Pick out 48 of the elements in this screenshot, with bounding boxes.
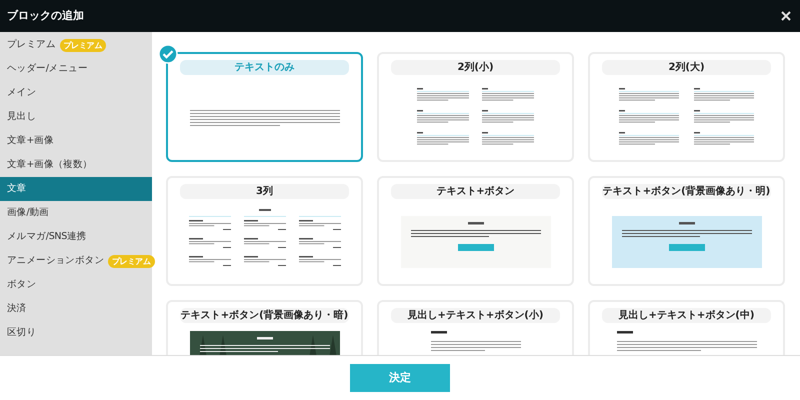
sidebar-item[interactable]: 文章+画像 [0, 129, 152, 153]
category-label: 文章 [7, 182, 26, 196]
premium-badge: プレミアム [108, 254, 155, 268]
sidebar-item[interactable]: 見出し [0, 105, 152, 129]
category-label: 見出し [7, 110, 36, 124]
sidebar-item[interactable]: プレミアム プレミアム [0, 33, 152, 57]
category-label: プレミアム [7, 38, 56, 52]
category-label: 画像/動画 [7, 206, 49, 220]
close-icon[interactable] [781, 11, 791, 21]
category-label: 文章+画像（複数） [7, 158, 92, 172]
sidebar-item[interactable]: メルマガ/SNS連携 [0, 225, 152, 249]
block-title: 2列(小) [391, 60, 560, 75]
block-title: テキストのみ [180, 60, 349, 75]
block-card[interactable]: 2列(小) [377, 52, 574, 162]
sidebar-item[interactable]: メイン [0, 81, 152, 105]
category-label: メルマガ/SNS連携 [7, 230, 86, 244]
category-label: アニメーションボタン [7, 254, 104, 268]
sidebar-item[interactable]: 決済 [0, 297, 152, 321]
sidebar-item[interactable]: 画像/動画 [0, 201, 152, 225]
sidebar-item[interactable]: 区切り [0, 321, 152, 345]
block-card[interactable]: 見出し+テキスト+ボタン(中) [588, 300, 785, 355]
block-card[interactable]: テキスト+ボタン(背景画像あり・明) [588, 176, 785, 286]
premium-badge: プレミアム [60, 38, 106, 52]
sidebar-item[interactable]: 文章+画像（複数） [0, 153, 152, 177]
sidebar-item[interactable]: ヘッダー/メニュー [0, 57, 152, 81]
block-title: 見出し+テキスト+ボタン(中) [602, 308, 771, 323]
sidebar-item[interactable]: 文章 [0, 177, 152, 201]
window-title: ブロックの追加 [7, 8, 84, 24]
check-icon [158, 44, 178, 64]
block-title: テキスト+ボタン [391, 184, 560, 199]
block-card[interactable]: テキスト+ボタン(背景画像あり・暗) [166, 300, 363, 355]
block-title: テキスト+ボタン(背景画像あり・明) [602, 184, 771, 199]
block-title: テキスト+ボタン(背景画像あり・暗) [180, 308, 349, 323]
block-card[interactable]: 2列(大) [588, 52, 785, 162]
category-label: ヘッダー/メニュー [7, 62, 88, 76]
category-label: 決済 [7, 302, 26, 316]
block-title: 2列(大) [602, 60, 771, 75]
category-label: 文章+画像 [7, 134, 54, 148]
sidebar-item[interactable]: ボタン [0, 273, 152, 297]
sidebar-item[interactable]: アニメーションボタン プレミアム [0, 249, 152, 273]
block-title: 見出し+テキスト+ボタン(小) [391, 308, 560, 323]
block-card[interactable]: テキスト+ボタン [377, 176, 574, 286]
block-title: 3列 [180, 184, 349, 199]
block-card[interactable]: 3列 [166, 176, 363, 286]
category-label: 区切り [7, 326, 36, 340]
category-label: メイン [7, 86, 36, 100]
category-label: ボタン [7, 278, 36, 292]
block-card[interactable]: 見出し+テキスト+ボタン(小) [377, 300, 574, 355]
